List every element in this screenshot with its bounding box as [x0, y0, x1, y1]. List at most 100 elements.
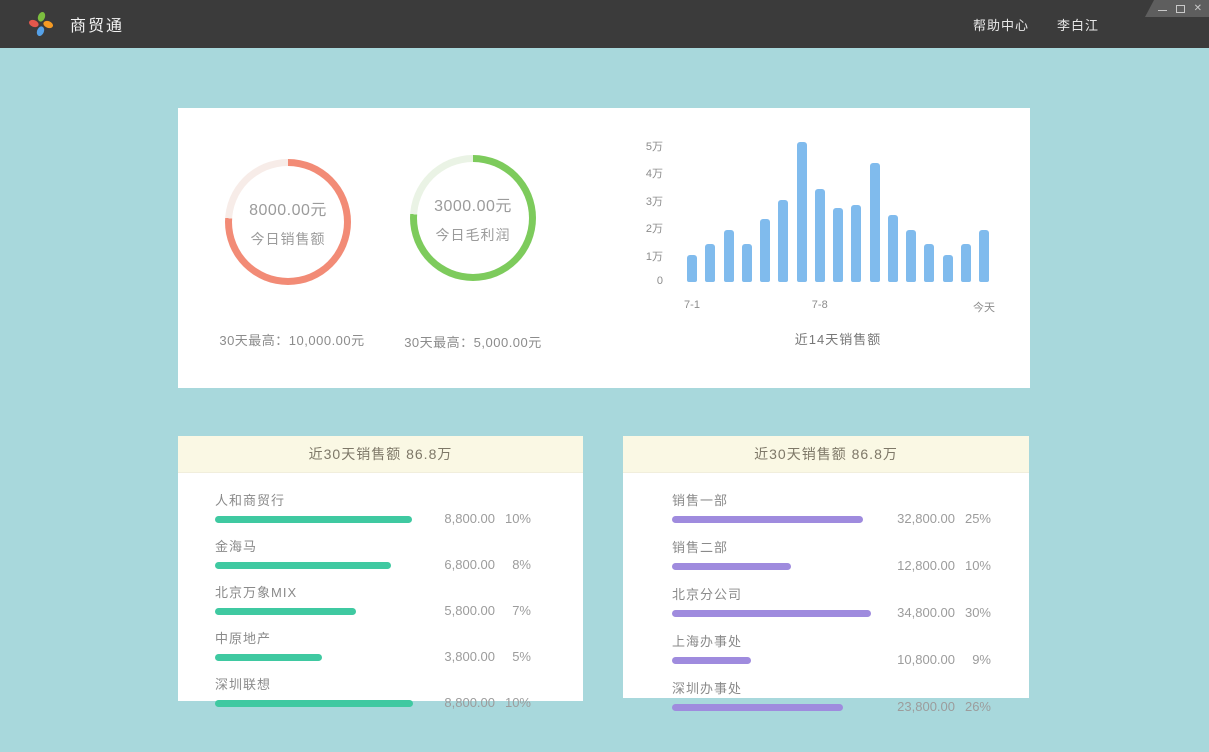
ranking-row-bar: [215, 654, 322, 661]
ranking-row-amount: 3,800.00: [423, 649, 495, 664]
ranking-row: 金海马 6,800.008%: [215, 536, 531, 569]
profit-30d-max: 30天最高：5,000.00元: [363, 332, 583, 351]
ranking-row-bar: [672, 563, 791, 570]
ranking-row-name: 销售二部: [672, 537, 874, 556]
ranking-row-amount: 34,800.00: [883, 605, 955, 620]
y-tick-label: 2万: [623, 220, 663, 236]
close-icon[interactable]: ✕: [1194, 4, 1202, 14]
ranking-row: 深圳办事处 23,800.0026%: [672, 678, 991, 711]
daily-sales-bar: [705, 244, 715, 282]
ranking-row-bar: [215, 700, 413, 707]
ranking-row-percent: 25%: [955, 511, 991, 526]
y-tick-label: 0: [623, 275, 663, 287]
customer-ranking-card: 近30天销售额 86.8万 人和商贸行 8,800.0010% 金海马 6,800.0…: [178, 436, 583, 701]
y-tick-label: 1万: [623, 248, 663, 264]
ranking-row-bar: [215, 562, 391, 569]
today-profit-label: 今日毛利润: [436, 225, 511, 245]
today-sales-value: 8000.00元: [249, 196, 327, 220]
daily-sales-bar: [833, 208, 843, 282]
ranking-row-bar: [215, 608, 356, 615]
ranking-row-name: 金海马: [215, 536, 417, 555]
y-tick-label: 3万: [623, 193, 663, 209]
ranking-row: 北京分公司 34,800.0030%: [672, 584, 991, 617]
ranking-row-amount: 5,800.00: [423, 603, 495, 618]
x-tick-label: 今天: [973, 299, 995, 315]
top-nav: 帮助中心 李白江: [973, 15, 1099, 34]
ranking-row: 销售二部 12,800.0010%: [672, 537, 991, 570]
ranking-row: 上海办事处 10,800.009%: [672, 631, 991, 664]
department-ranking-title: 近30天销售额 86.8万: [623, 436, 1029, 473]
daily-sales-bar: [924, 244, 934, 282]
help-center-link[interactable]: 帮助中心: [973, 15, 1029, 34]
title-bar: 商贸通 帮助中心 李白江 ✕: [0, 0, 1209, 48]
bar-chart-title: 近14天销售额: [687, 329, 989, 348]
user-menu[interactable]: 李白江: [1057, 15, 1099, 34]
ranking-row-name: 人和商贸行: [215, 490, 417, 509]
customer-ranking-title: 近30天销售额 86.8万: [178, 436, 583, 473]
ranking-row-amount: 6,800.00: [423, 557, 495, 572]
ranking-row-amount: 8,800.00: [423, 695, 495, 710]
sales-bar-chart: [687, 142, 989, 282]
daily-sales-bar: [760, 219, 770, 282]
minimize-icon[interactable]: [1158, 10, 1167, 11]
daily-sales-bar: [870, 163, 880, 282]
ranking-row-percent: 10%: [955, 558, 991, 573]
ranking-row-name: 销售一部: [672, 490, 874, 509]
today-profit-value: 3000.00元: [434, 192, 512, 216]
daily-sales-bar: [906, 230, 916, 282]
ranking-row-percent: 10%: [495, 695, 531, 710]
maximize-icon[interactable]: [1176, 5, 1185, 13]
bar-chart-x-axis: 7-17-8今天: [687, 299, 989, 313]
overview-card: 8000.00元 今日销售额 30天最高：10,000.00元 3000.00元…: [178, 108, 1030, 388]
ranking-row-amount: 10,800.00: [883, 652, 955, 667]
daily-sales-bar: [724, 230, 734, 282]
ranking-row-name: 上海办事处: [672, 631, 874, 650]
today-sales-label: 今日销售额: [251, 229, 326, 249]
ranking-row: 销售一部 32,800.0025%: [672, 490, 991, 523]
daily-sales-bar: [815, 189, 825, 282]
ranking-row-name: 深圳办事处: [672, 678, 874, 697]
ranking-row-name: 北京分公司: [672, 584, 874, 603]
daily-sales-bar: [851, 205, 861, 282]
ranking-row-percent: 10%: [495, 511, 531, 526]
ranking-row-bar: [672, 610, 871, 617]
ranking-row-name: 深圳联想: [215, 674, 417, 693]
department-ranking-card: 近30天销售额 86.8万 销售一部 32,800.0025% 销售二部 12,800…: [623, 436, 1029, 698]
x-tick-label: 7-1: [684, 299, 700, 311]
ranking-row-percent: 26%: [955, 699, 991, 714]
daily-sales-bar: [943, 255, 953, 282]
daily-sales-bar: [797, 142, 807, 282]
daily-sales-bar: [742, 244, 752, 282]
brand: 商贸通: [28, 11, 124, 37]
ranking-row-amount: 32,800.00: [883, 511, 955, 526]
ranking-row: 深圳联想 8,800.0010%: [215, 674, 531, 707]
ranking-row-bar: [672, 657, 751, 664]
ranking-row-name: 中原地产: [215, 628, 417, 647]
ranking-row-amount: 12,800.00: [883, 558, 955, 573]
ranking-row: 北京万象MIX 5,800.007%: [215, 582, 531, 615]
department-ranking-list: 销售一部 32,800.0025% 销售二部 12,800.0010% 北京分公司 34,…: [623, 473, 1029, 711]
daily-sales-bar: [778, 200, 788, 282]
daily-sales-bar: [687, 255, 697, 282]
app-window: 商贸通 帮助中心 李白江 ✕ 8000.00元 今日销售额 30天最高：10,0…: [0, 0, 1209, 752]
ranking-row-bar: [672, 516, 863, 523]
ranking-row: 人和商贸行 8,800.0010%: [215, 490, 531, 523]
pinwheel-logo-icon: [28, 11, 54, 37]
ranking-row-percent: 8%: [495, 557, 531, 572]
ranking-row-amount: 23,800.00: [883, 699, 955, 714]
ranking-row-percent: 7%: [495, 603, 531, 618]
ranking-row-percent: 30%: [955, 605, 991, 620]
customer-ranking-list: 人和商贸行8,800.0010%金海马6,800.008%北京万象MIX5,80…: [178, 473, 583, 707]
today-sales-donut: 8000.00元 今日销售额: [225, 159, 351, 285]
ranking-row-bar: [215, 516, 412, 523]
window-controls: ✕: [1145, 0, 1209, 17]
daily-sales-bar: [979, 230, 989, 282]
app-title: 商贸通: [70, 12, 124, 36]
ranking-row-bar: [672, 704, 843, 711]
ranking-row-percent: 5%: [495, 649, 531, 664]
today-profit-donut: 3000.00元 今日毛利润: [410, 155, 536, 281]
ranking-row-amount: 8,800.00: [423, 511, 495, 526]
ranking-row: 中原地产 3,800.005%: [215, 628, 531, 661]
ranking-row-name: 北京万象MIX: [215, 582, 417, 601]
ranking-row-percent: 9%: [955, 652, 991, 667]
